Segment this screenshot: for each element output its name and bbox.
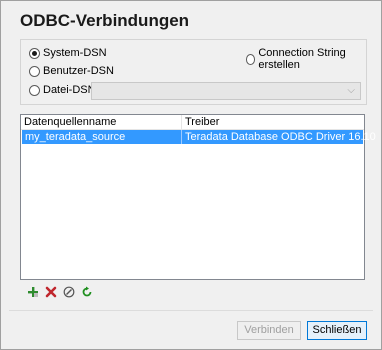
list-toolbar — [27, 286, 93, 298]
file-dsn-select[interactable]: ⌵ — [91, 82, 361, 100]
dialog-title: ODBC-Verbindungen — [20, 11, 190, 30]
dsn-type-group: System-DSN Connection String erstellen B… — [20, 39, 367, 105]
file-dsn-option[interactable]: Datei-DSN — [29, 84, 96, 96]
column-header-name[interactable]: Datenquellenname — [24, 116, 116, 128]
connect-button[interactable]: Verbinden — [237, 321, 301, 340]
user-dsn-option[interactable]: Benutzer-DSN — [29, 65, 114, 77]
row-source-name: my_teradata_source — [25, 131, 126, 143]
system-dsn-option[interactable]: System-DSN — [29, 47, 107, 59]
file-dsn-radio[interactable] — [29, 84, 40, 96]
table-row[interactable]: my_teradata_source Teradata Database ODB… — [22, 130, 376, 144]
refresh-icon[interactable] — [81, 286, 93, 298]
data-source-list[interactable]: Datenquellenname Treiber my_teradata_sou… — [20, 114, 376, 280]
system-dsn-radio[interactable] — [29, 47, 40, 59]
user-dsn-label: Benutzer-DSN — [43, 65, 114, 77]
edit-icon[interactable] — [63, 286, 75, 298]
column-header-driver[interactable]: Treiber — [185, 116, 219, 128]
connection-string-option[interactable]: Connection String erstellen — [246, 47, 366, 71]
file-dsn-label: Datei-DSN — [43, 84, 96, 96]
system-dsn-label: System-DSN — [43, 47, 107, 59]
column-separator — [181, 115, 182, 129]
connection-string-radio[interactable] — [246, 53, 256, 65]
delete-icon[interactable] — [45, 286, 57, 298]
list-header: Datenquellenname Treiber — [21, 115, 364, 130]
connection-string-label: Connection String erstellen — [258, 47, 346, 71]
add-icon[interactable] — [27, 286, 39, 298]
row-separator — [181, 130, 182, 144]
footer-divider — [9, 310, 373, 311]
chevron-down-icon: ⌵ — [347, 85, 355, 96]
user-dsn-radio[interactable] — [29, 65, 40, 77]
row-driver: Teradata Database ODBC Driver 16.10 — [185, 131, 376, 143]
odbc-dialog: ODBC-Verbindungen System-DSN Connection … — [0, 0, 382, 350]
close-button[interactable]: Schließen — [307, 321, 367, 340]
